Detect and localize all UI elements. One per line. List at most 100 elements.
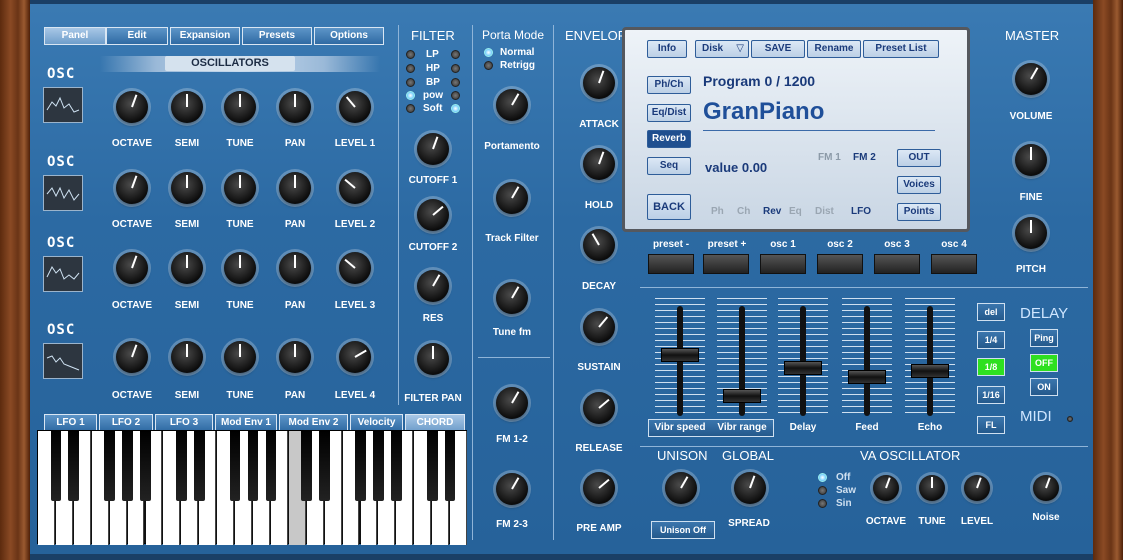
osc1-semi-knob[interactable] — [171, 91, 203, 123]
osc2-pan-knob[interactable] — [279, 172, 311, 204]
page-rev[interactable]: Rev — [763, 206, 781, 217]
black-key[interactable] — [426, 431, 438, 501]
unison-off-button[interactable]: Unison Off — [651, 521, 715, 539]
black-key[interactable] — [140, 431, 151, 501]
preset-list-button[interactable]: Preset List — [863, 40, 939, 58]
black-key[interactable] — [122, 431, 133, 501]
tune-fm-knob[interactable] — [496, 282, 528, 314]
black-key[interactable] — [390, 431, 402, 501]
portamento-knob[interactable] — [496, 89, 528, 121]
filter-pow-led-2[interactable] — [451, 91, 460, 100]
filter-soft-led[interactable] — [406, 104, 415, 113]
vibr-speed-fader[interactable] — [661, 348, 699, 362]
res-knob[interactable] — [417, 270, 449, 302]
filter-soft-led-2[interactable] — [451, 104, 460, 113]
black-key[interactable] — [301, 431, 313, 501]
osc-wave-display-2[interactable] — [43, 175, 83, 211]
osc4-semi-knob[interactable] — [171, 341, 203, 373]
va-octave-knob[interactable] — [873, 475, 899, 501]
pre-amp-knob[interactable] — [583, 472, 615, 504]
black-key[interactable] — [355, 431, 366, 501]
cutoff1-knob[interactable] — [417, 133, 449, 165]
noise-knob[interactable] — [1033, 475, 1059, 501]
disk-dropdown[interactable]: Disk ▽ — [695, 40, 749, 58]
echo-fader[interactable] — [911, 364, 949, 378]
osc3-select-button[interactable] — [874, 254, 920, 274]
va-sin-led[interactable] — [818, 499, 827, 508]
va-tune-knob[interactable] — [919, 475, 945, 501]
va-saw-led[interactable] — [818, 486, 827, 495]
filter-hp-led-2[interactable] — [451, 64, 460, 73]
tab-presets[interactable]: Presets — [242, 27, 312, 45]
fm1-label[interactable]: FM 1 — [818, 152, 841, 163]
preset-plus-button[interactable] — [703, 254, 749, 274]
rename-button[interactable]: Rename — [807, 40, 861, 58]
info-button[interactable]: Info — [647, 40, 687, 58]
reverb-button[interactable]: Reverb — [647, 130, 691, 148]
osc2-octave-knob[interactable] — [116, 172, 148, 204]
osc1-octave-knob[interactable] — [116, 91, 148, 123]
fine-knob[interactable] — [1015, 144, 1047, 176]
osc-wave-display-3[interactable] — [43, 256, 83, 292]
osc3-octave-knob[interactable] — [116, 252, 148, 284]
osc4-tune-knob[interactable] — [224, 341, 256, 373]
out-button[interactable]: OUT — [897, 149, 941, 167]
voices-button[interactable]: Voices — [897, 176, 941, 194]
osc2-tune-knob[interactable] — [224, 172, 256, 204]
ping-button[interactable]: Ping — [1030, 329, 1058, 347]
tab-panel[interactable]: Panel — [44, 27, 106, 45]
pitch-knob[interactable] — [1015, 217, 1047, 249]
black-key[interactable] — [50, 431, 62, 501]
points-button[interactable]: Points — [897, 203, 941, 221]
osc-wave-display-4[interactable] — [43, 343, 83, 379]
black-key[interactable] — [175, 431, 187, 501]
page-ch[interactable]: Ch — [737, 206, 750, 217]
va-level-knob[interactable] — [964, 475, 990, 501]
black-key[interactable] — [229, 431, 241, 501]
osc-wave-display-1[interactable] — [43, 87, 83, 123]
black-key[interactable] — [68, 431, 80, 501]
preset-minus-button[interactable] — [648, 254, 694, 274]
osc2-select-button[interactable] — [817, 254, 863, 274]
spread-knob[interactable] — [734, 472, 766, 504]
osc4-select-button[interactable] — [931, 254, 977, 274]
fm12-knob[interactable] — [496, 387, 528, 419]
page-lfo[interactable]: LFO — [851, 206, 871, 217]
osc1-level-knob[interactable] — [339, 91, 371, 123]
unison-knob[interactable] — [665, 472, 697, 504]
feed-fader[interactable] — [848, 370, 886, 384]
eq-dist-button[interactable]: Eq/Dist — [647, 104, 691, 122]
track-filter-knob[interactable] — [496, 182, 528, 214]
tab-options[interactable]: Options — [314, 27, 384, 45]
osc2-level-knob[interactable] — [339, 172, 371, 204]
osc3-pan-knob[interactable] — [279, 252, 311, 284]
fm23-knob[interactable] — [496, 473, 528, 505]
tab-edit[interactable]: Edit — [106, 27, 168, 45]
delay-fader[interactable] — [784, 361, 822, 375]
black-key[interactable] — [104, 431, 116, 501]
delay-sixteenth-button[interactable]: 1/16 — [977, 386, 1005, 404]
delay-quarter-button[interactable]: 1/4 — [977, 331, 1005, 349]
fm2-label[interactable]: FM 2 — [853, 152, 876, 163]
volume-knob[interactable] — [1015, 63, 1047, 95]
osc4-octave-knob[interactable] — [116, 341, 148, 373]
filter-lp-led-2[interactable] — [451, 50, 460, 59]
sustain-knob[interactable] — [583, 311, 615, 343]
black-key[interactable] — [319, 431, 331, 501]
back-button[interactable]: BACK — [647, 194, 691, 220]
black-key[interactable] — [444, 431, 456, 501]
fl-button[interactable]: FL — [977, 416, 1005, 434]
hold-knob[interactable] — [583, 148, 615, 180]
black-key[interactable] — [373, 431, 384, 501]
va-off-led[interactable] — [818, 473, 827, 482]
porta-normal-led[interactable] — [484, 48, 493, 57]
release-knob[interactable] — [583, 392, 615, 424]
black-key[interactable] — [247, 431, 259, 501]
attack-knob[interactable] — [583, 67, 615, 99]
filter-hp-led[interactable] — [406, 64, 415, 73]
cutoff2-knob[interactable] — [417, 199, 449, 231]
filter-bp-led[interactable] — [406, 78, 415, 87]
osc3-level-knob[interactable] — [339, 252, 371, 284]
del-button[interactable]: del — [977, 303, 1005, 321]
filter-pan-knob[interactable] — [417, 343, 449, 375]
